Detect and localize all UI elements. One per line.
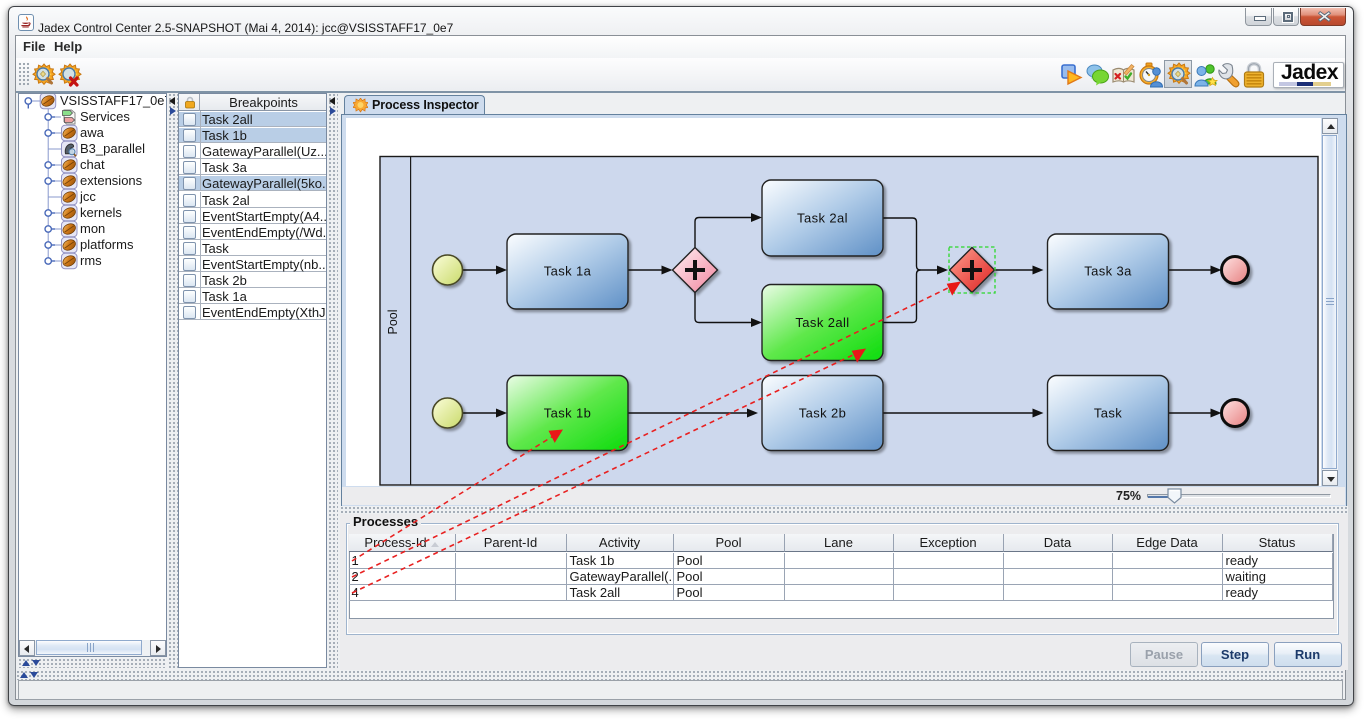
svg-text:Task 2b: Task 2b — [799, 406, 847, 421]
svg-text:Task 3a: Task 3a — [1084, 264, 1132, 279]
svg-text:Task: Task — [1094, 406, 1122, 421]
svg-text:Task 1b: Task 1b — [544, 406, 592, 421]
svg-text:Task 2al: Task 2al — [797, 211, 848, 226]
svg-text:Task 2all: Task 2all — [795, 315, 849, 330]
svg-text:Pool: Pool — [386, 309, 400, 334]
svg-text:Task 1a: Task 1a — [544, 264, 592, 279]
